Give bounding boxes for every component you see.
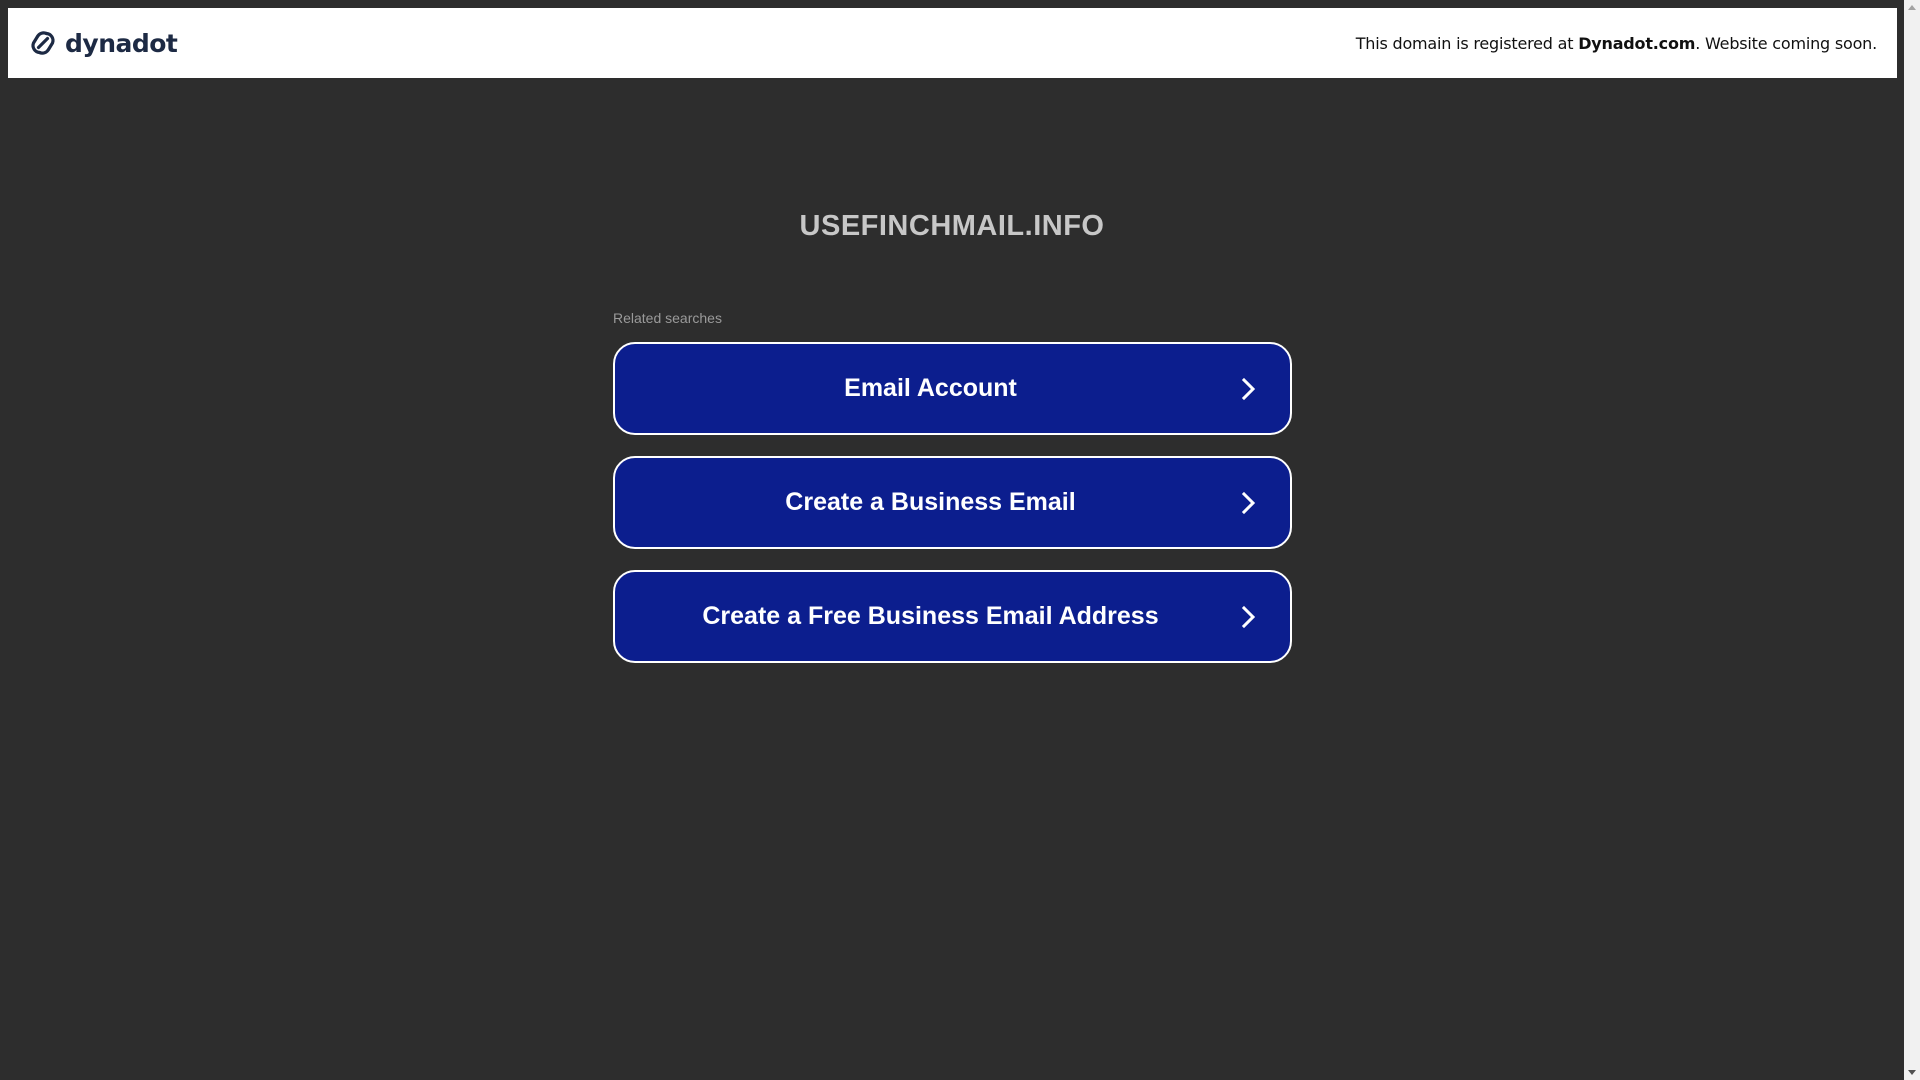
chevron-right-icon (1241, 377, 1256, 400)
banner-message: This domain is registered at Dynadot.com… (1356, 34, 1877, 53)
related-search-link-free-business-email-address[interactable]: Create a Free Business Email Address (613, 570, 1292, 663)
related-search-link-create-business-email[interactable]: Create a Business Email (613, 456, 1292, 549)
related-search-label: Create a Free Business Email Address (702, 602, 1159, 630)
banner-message-brand: Dynadot.com (1578, 33, 1696, 53)
related-search-label: Create a Business Email (785, 488, 1076, 516)
domain-title: USEFINCHMAIL.INFO (799, 210, 1105, 242)
dynadot-logo-icon (31, 31, 55, 55)
scroll-down-arrow-icon[interactable] (1908, 1070, 1916, 1075)
vertical-scrollbar[interactable] (1904, 0, 1920, 1080)
related-searches-list: Email Account Create a Business Email Cr… (613, 342, 1292, 684)
page: dynadot This domain is registered at Dyn… (0, 0, 1920, 1080)
related-search-link-email-account[interactable]: Email Account (613, 342, 1292, 435)
related-searches-label: Related searches (613, 310, 722, 326)
main-area: dynadot This domain is registered at Dyn… (0, 0, 1904, 1080)
banner-message-prefix: This domain is registered at (1355, 33, 1579, 53)
related-search-label: Email Account (844, 374, 1017, 402)
logo-text: dynadot (65, 28, 178, 58)
dynadot-logo-link[interactable]: dynadot (27, 27, 178, 59)
chevron-right-icon (1241, 491, 1256, 514)
banner-message-suffix: . Website coming soon. (1695, 33, 1877, 53)
top-banner: dynadot This domain is registered at Dyn… (8, 8, 1897, 78)
chevron-right-icon (1241, 605, 1256, 628)
scroll-up-arrow-icon[interactable] (1908, 5, 1916, 10)
